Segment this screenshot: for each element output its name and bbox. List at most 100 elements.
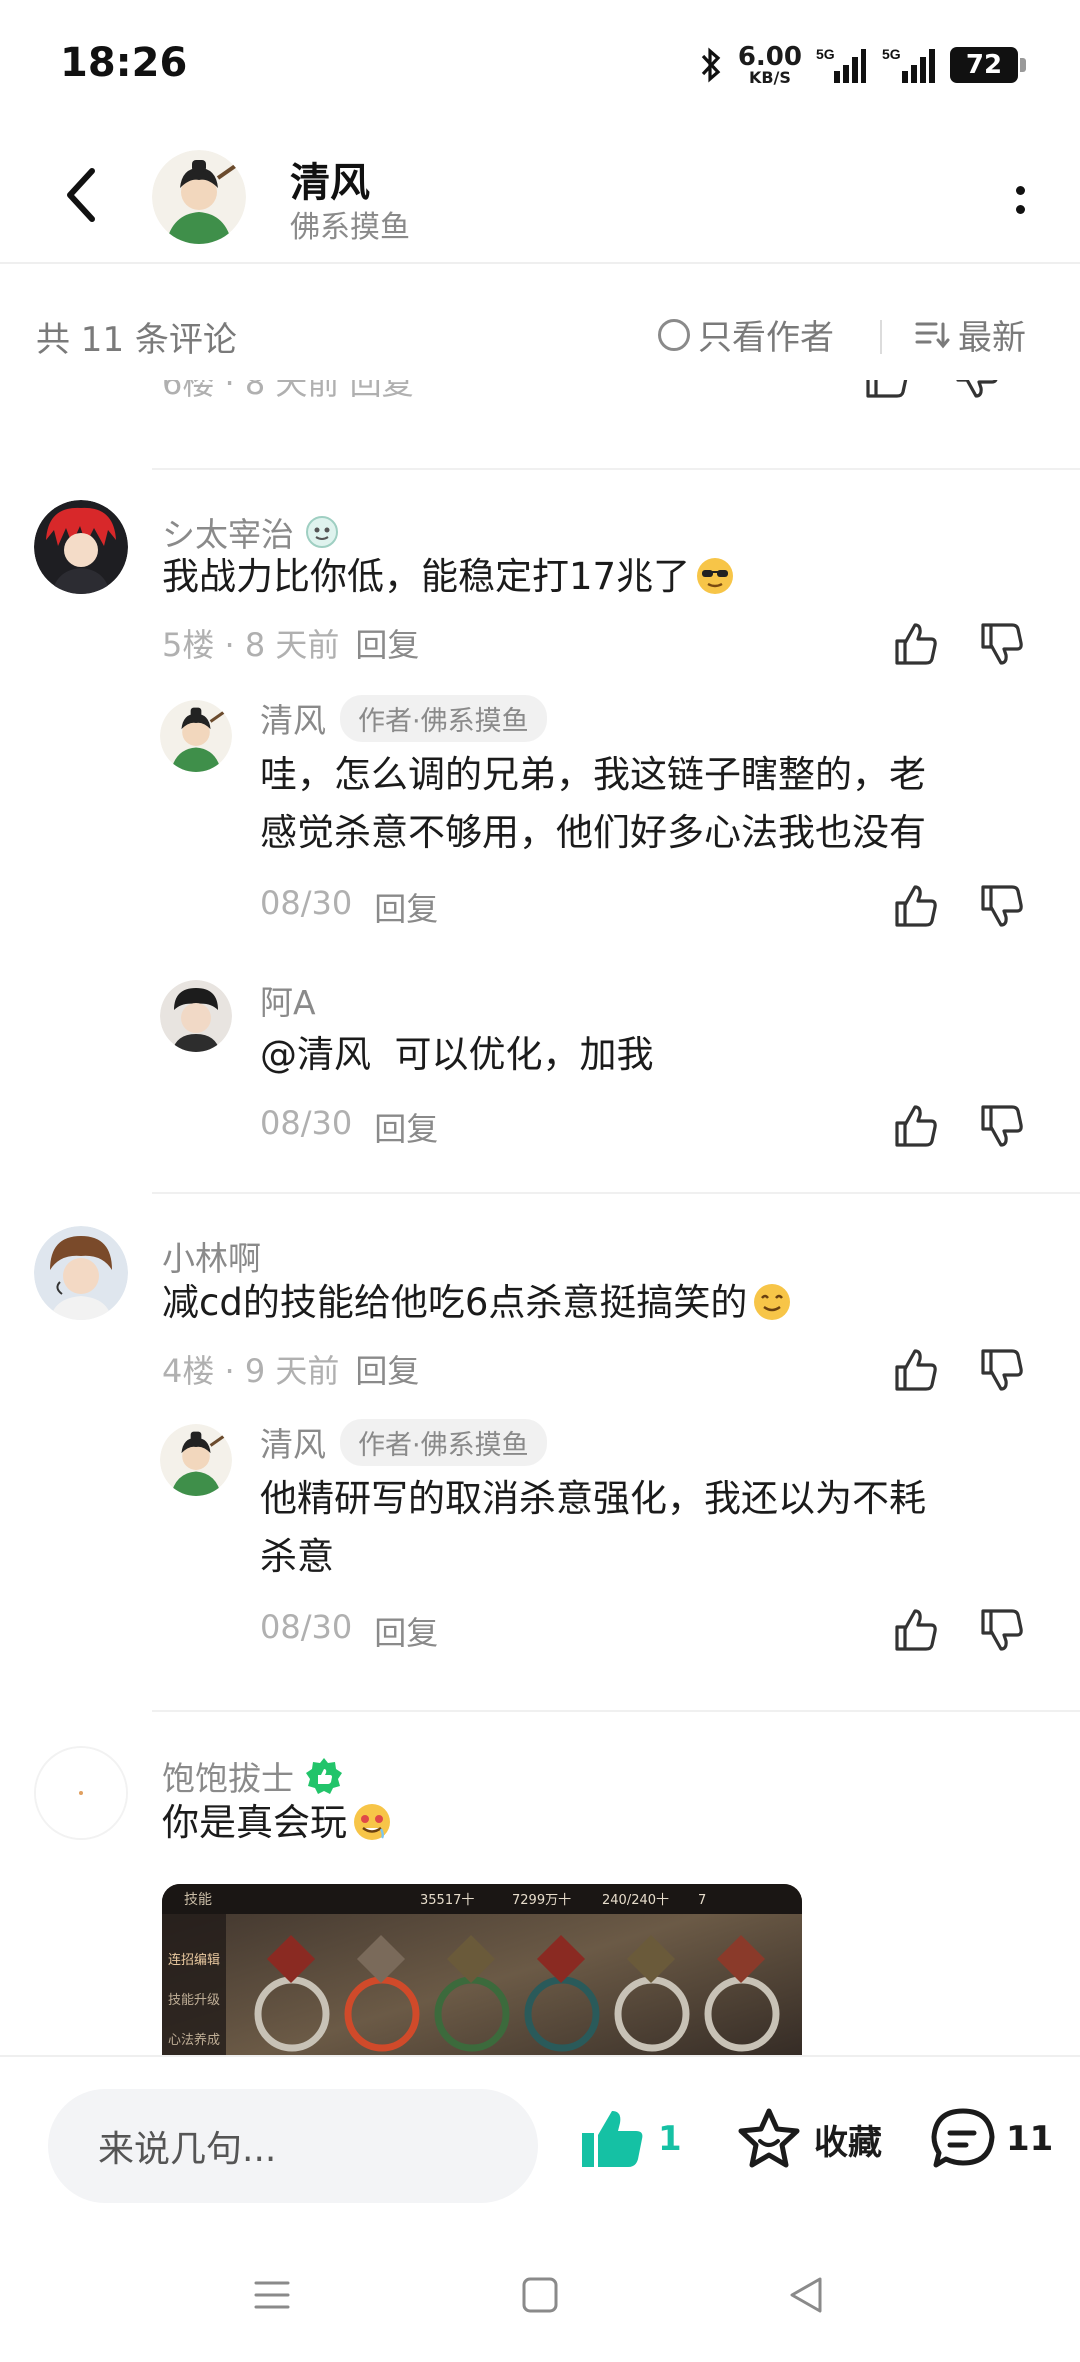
commenter-name[interactable]: 小林啊 <box>162 1232 261 1280</box>
thumbs-down-icon <box>981 623 1023 665</box>
sort-icon <box>915 322 950 348</box>
reply-button[interactable]: 回复 <box>374 1104 438 1150</box>
signal-icon-2: 5G <box>882 46 935 83</box>
partial-actions <box>862 380 1002 402</box>
comment-image[interactable]: 技能 35517十 7299万十 240/240十 7 连招编辑 技能升级 心法… <box>162 1884 802 2055</box>
like-button[interactable] <box>888 1342 944 1398</box>
author-avatar[interactable] <box>152 150 246 244</box>
sort-label: 最新 <box>958 318 1026 358</box>
thumbs-up-icon <box>895 1105 937 1147</box>
svg-text:240/240十: 240/240十 <box>602 1893 669 1908</box>
mention-link[interactable]: @清风 <box>260 1033 371 1076</box>
commenter-avatar[interactable] <box>34 500 128 594</box>
home-button[interactable] <box>510 2265 570 2325</box>
like-button[interactable] <box>888 1098 944 1154</box>
reply-date: 08/30 <box>260 1104 353 1142</box>
dot-icon <box>1015 186 1025 195</box>
battery-icon: 72 <box>950 47 1026 83</box>
thumbs-down-icon <box>981 885 1023 927</box>
comment-meta: 4楼 · 9 天前 回复 <box>162 1346 419 1392</box>
only-author-toggle[interactable]: 只看作者 <box>658 310 834 359</box>
reply-meta: 08/30 回复 <box>260 1104 438 1150</box>
comment-bubble-icon <box>931 2108 995 2168</box>
status-bar: 18:26 6.00 KB/S 5G 5G 72 <box>0 0 1080 130</box>
comment-input[interactable]: 来说几句... <box>48 2089 538 2203</box>
radio-icon <box>658 318 690 351</box>
favorite-button[interactable]: 收藏 <box>736 2107 882 2171</box>
svg-text:7299万十: 7299万十 <box>512 1893 571 1908</box>
reply-date: 08/30 <box>260 1608 353 1646</box>
bluetooth-icon <box>701 47 721 83</box>
only-author-label: 只看作者 <box>698 318 834 358</box>
menu-icon <box>254 2281 290 2309</box>
comments-button[interactable]: 11 <box>930 2107 1053 2171</box>
reply-date: 08/30 <box>260 884 353 922</box>
status-time: 18:26 <box>60 40 188 86</box>
like-count: 1 <box>658 2119 682 2159</box>
comment-text: 你是真会玩 <box>162 1794 1022 1852</box>
verified-badge-icon <box>306 1758 342 1794</box>
commenter-avatar[interactable] <box>34 1226 128 1320</box>
thumbs-up-icon[interactable] <box>862 380 912 402</box>
square-icon <box>522 2277 558 2313</box>
reply-button[interactable]: 回复 <box>374 1608 438 1654</box>
thumbs-up-filled-icon <box>582 2111 643 2167</box>
thumbs-up-icon <box>895 1609 937 1651</box>
replier-avatar[interactable] <box>160 980 232 1052</box>
thumbs-up-icon <box>895 885 937 927</box>
favorite-label: 收藏 <box>814 2122 882 2163</box>
thumbs-down-icon[interactable] <box>952 380 1002 402</box>
like-button[interactable] <box>888 1602 944 1658</box>
replier-name[interactable]: 清风 作者·佛系摸鱼 <box>260 1418 547 1466</box>
more-options-button[interactable] <box>1000 170 1040 230</box>
header: 清风 佛系摸鱼 <box>0 130 1080 264</box>
recent-apps-button[interactable] <box>242 2265 302 2325</box>
comment-divider <box>152 1710 1080 1712</box>
back-button[interactable] <box>50 160 110 230</box>
like-button[interactable] <box>888 878 944 934</box>
thumbs-down-icon <box>981 1609 1023 1651</box>
replier-name[interactable]: 清风 作者·佛系摸鱼 <box>260 694 547 742</box>
commenter-name[interactable]: 饱饱拔士 <box>162 1752 344 1800</box>
reply-button[interactable]: 回复 <box>355 620 419 666</box>
comment-floor: 5楼 · 8 天前 <box>162 626 340 664</box>
comment-feed[interactable]: 6楼 · 8 天前 回复 シ太宰治 我战力比你低，能稳定打17兆了 5楼 · 8… <box>0 380 1080 2055</box>
back-nav-button[interactable] <box>776 2265 836 2325</box>
svg-text:心法养成: 心法养成 <box>168 2032 220 2048</box>
reply-text: @清风 可以优化，加我 <box>260 1033 654 1076</box>
like-button[interactable] <box>888 616 944 672</box>
dislike-button[interactable] <box>974 1342 1030 1398</box>
replier-avatar[interactable] <box>160 700 232 772</box>
comment-text: 减cd的技能给他吃6点杀意挺搞笑的 <box>162 1274 1022 1332</box>
reply-button[interactable]: 回复 <box>374 884 438 930</box>
like-post-button[interactable]: 1 <box>578 2107 682 2171</box>
system-nav-bar <box>0 2235 1080 2362</box>
commenter-avatar[interactable] <box>34 1746 128 1840</box>
comment-text: 我战力比你低，能稳定打17兆了 <box>162 548 1022 606</box>
svg-text:5G: 5G <box>882 46 901 62</box>
svg-text:35517十: 35517十 <box>420 1893 474 1908</box>
sort-button[interactable]: 最新 <box>914 310 1026 359</box>
replier-avatar[interactable] <box>160 1424 232 1496</box>
comment-floor: 4楼 · 9 天前 <box>162 1352 340 1390</box>
dislike-button[interactable] <box>974 616 1030 672</box>
badge-icon <box>306 516 338 548</box>
dislike-button[interactable] <box>974 1602 1030 1658</box>
thumbs-down-icon <box>981 1105 1023 1147</box>
svg-text:7: 7 <box>698 1893 706 1908</box>
replier-name[interactable]: 阿A <box>260 976 316 1024</box>
star-icon <box>738 2108 800 2168</box>
comment-count-label: 共 11 条评论 <box>36 320 237 360</box>
bottom-action-bar: 来说几句... 1 收藏 11 <box>0 2055 1080 2235</box>
author-name[interactable]: 清风 <box>290 150 370 208</box>
dislike-button[interactable] <box>974 1098 1030 1154</box>
comment-meta: 5楼 · 8 天前 回复 <box>162 620 419 666</box>
reply-meta: 08/30 回复 <box>260 1608 438 1654</box>
author-subtitle: 佛系摸鱼 <box>290 210 410 245</box>
dislike-button[interactable] <box>974 878 1030 934</box>
cool-emoji-icon <box>697 558 734 594</box>
comment-total: 11 <box>1006 2119 1054 2159</box>
reply-button[interactable]: 回复 <box>355 1346 419 1392</box>
drool-emoji-icon <box>354 1804 390 1840</box>
input-placeholder: 来说几句... <box>98 2129 277 2170</box>
